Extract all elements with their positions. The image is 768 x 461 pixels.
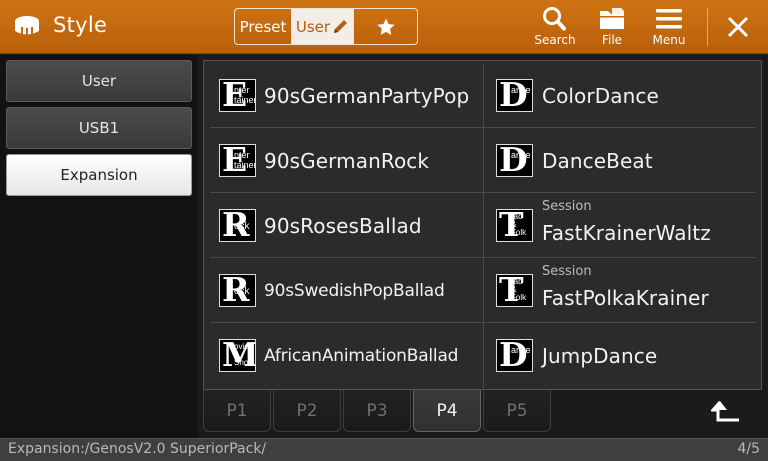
tab-p5[interactable]: P5 xyxy=(483,390,551,432)
list-item[interactable]: Trad & Folk Session FastKrainerWaltz xyxy=(483,193,756,258)
close-icon xyxy=(727,16,749,38)
style-name: 90sGermanPartyPop xyxy=(264,84,470,108)
style-name: DanceBeat xyxy=(542,149,653,173)
search-icon xyxy=(543,7,566,31)
entertainer-category-icon: Enter tainer xyxy=(219,144,256,177)
list-item[interactable]: Movie & Show AfricanAnimationBallad xyxy=(210,323,483,388)
style-icon xyxy=(15,16,39,35)
icon-text: nter tainer xyxy=(234,85,256,105)
list-item[interactable]: Enter tainer 90sGermanRock xyxy=(210,128,483,193)
up-folder-button[interactable] xyxy=(704,394,748,430)
tab-p4[interactable]: P4 xyxy=(413,390,481,432)
movie-show-category-icon: Movie & Show xyxy=(219,339,256,372)
style-name: 90sSwedishPopBallad xyxy=(264,281,445,301)
style-name: 90sGermanRock xyxy=(264,149,430,173)
dance-category-icon: Dance xyxy=(496,339,533,372)
style-name: FastKrainerWaltz xyxy=(542,221,711,245)
folder-icon xyxy=(600,8,624,29)
list-item[interactable]: Dance DanceBeat xyxy=(483,128,756,193)
source-segmented-control: Preset User xyxy=(234,8,418,45)
search-label: Search xyxy=(534,33,576,47)
drive-sidebar: User USB1 Expansion xyxy=(0,55,198,438)
page-indicator: 4/5 xyxy=(737,441,760,457)
list-item[interactable]: Dance ColorDance xyxy=(483,63,756,128)
file-label: File xyxy=(601,33,623,47)
style-grid: Enter tainer 90sGermanPartyPop Dance Colo… xyxy=(210,63,756,388)
close-button[interactable] xyxy=(718,8,758,46)
sidebar-item-user[interactable]: User xyxy=(6,60,192,102)
style-name: FastPolkaKrainer xyxy=(542,286,709,310)
style-name: AfricanAnimationBallad xyxy=(264,346,459,366)
entertainer-category-icon: Enter tainer xyxy=(219,79,256,112)
rock-category-icon: Rock xyxy=(219,209,256,242)
style-list-panel: Enter tainer 90sGermanPartyPop Dance Colo… xyxy=(203,60,762,390)
up-arrow-icon xyxy=(711,401,739,422)
trad-folk-category-icon: Trad & Folk xyxy=(496,274,533,307)
style-subtitle: Session xyxy=(542,264,592,279)
header-bar: Style Preset User Search File Menu xyxy=(0,0,768,54)
style-name: JumpDance xyxy=(542,344,658,368)
trad-folk-category-icon: Trad & Folk xyxy=(496,209,533,242)
menu-icon xyxy=(656,9,682,29)
current-path: Expansion:/GenosV2.0 SuperiorPack/ xyxy=(8,441,267,457)
list-item[interactable]: Trad & Folk Session FastPolkaKrainer xyxy=(483,258,756,323)
list-item[interactable]: Rock 90sSwedishPopBallad xyxy=(210,258,483,323)
list-item[interactable]: Rock 90sRosesBallad xyxy=(210,193,483,258)
style-name: 90sRosesBallad xyxy=(264,214,422,238)
preset-tab[interactable]: Preset xyxy=(235,9,292,44)
style-subtitle: Session xyxy=(542,199,592,214)
list-item[interactable]: Dance JumpDance xyxy=(483,323,756,388)
file-button[interactable]: File xyxy=(584,6,640,52)
sidebar-item-usb1[interactable]: USB1 xyxy=(6,107,192,149)
list-item[interactable]: Enter tainer 90sGermanPartyPop xyxy=(210,63,483,128)
search-button[interactable]: Search xyxy=(527,6,583,52)
favorite-tab[interactable] xyxy=(354,9,417,44)
user-tab-label: User xyxy=(295,17,331,36)
dance-category-icon: Dance xyxy=(496,79,533,112)
style-name: ColorDance xyxy=(542,84,659,108)
page-title: Style xyxy=(53,13,108,37)
menu-button[interactable]: Menu xyxy=(641,6,697,52)
header-divider xyxy=(707,8,708,46)
tab-p3[interactable]: P3 xyxy=(343,390,411,432)
pencil-icon xyxy=(334,20,348,33)
dance-category-icon: Dance xyxy=(496,144,533,177)
tab-p1[interactable]: P1 xyxy=(203,390,271,432)
tab-p2[interactable]: P2 xyxy=(273,390,341,432)
user-tab[interactable]: User xyxy=(292,9,354,44)
star-icon xyxy=(376,18,395,35)
status-bar: Expansion:/GenosV2.0 SuperiorPack/ 4/5 xyxy=(0,438,768,461)
sidebar-item-expansion[interactable]: Expansion xyxy=(6,154,192,196)
rock-category-icon: Rock xyxy=(219,274,256,307)
menu-label: Menu xyxy=(652,33,686,47)
